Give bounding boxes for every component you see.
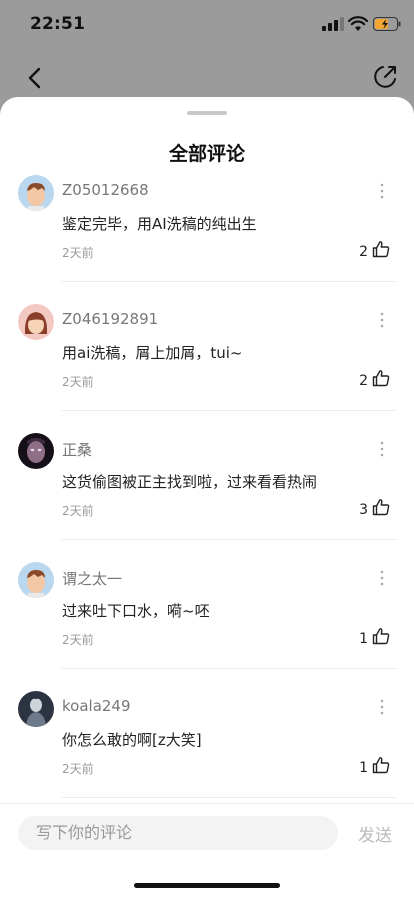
thumbs-up-icon[interactable] [372,756,390,774]
divider [62,539,396,540]
comment-item: Z05012668 鉴定完毕，用AI洗稿的纯出生 2天前 2 [0,175,414,304]
comment-input-bar: 写下你的评论 发送 [0,803,414,897]
share-arrow-icon[interactable] [370,62,400,92]
battery-charging-icon [373,17,401,31]
cellular-signal-icon [322,17,344,31]
comment-username[interactable]: koala249 [62,697,131,715]
more-options-icon[interactable] [376,181,388,201]
divider [62,797,396,798]
comment-username[interactable]: Z046192891 [62,310,158,328]
sheet-drag-handle[interactable] [187,111,227,115]
comments-sheet: 全部评论 Z05012668 鉴定完毕，用AI洗稿的纯出生 2天前 2 Z046… [0,97,414,897]
thumbs-up-icon[interactable] [372,240,390,258]
divider [62,668,396,669]
like-count: 2 [359,373,368,389]
comment-username[interactable]: 正桑 [62,439,92,460]
like-count: 1 [359,760,368,776]
status-time: 22:51 [30,14,86,34]
comment-time: 2天前 [62,762,94,776]
divider [62,281,396,282]
status-bar: 22:51 [0,0,414,50]
comment-time: 2天前 [62,633,94,647]
like-count: 3 [359,502,368,518]
comment-time: 2天前 [62,375,94,389]
comment-text: 用ai洗稿，屑上加屑，tui~ [62,344,243,362]
comment-item: 谓之太一 过来吐下口水，嗬~呸 2天前 1 [0,562,414,691]
cartoon-boy-avatar-icon[interactable] [18,175,54,211]
wifi-icon [348,16,368,31]
more-options-icon[interactable] [376,310,388,330]
cartoon-boy-avatar-icon[interactable] [18,562,54,598]
comment-username[interactable]: 谓之太一 [62,568,122,589]
cartoon-girl-avatar-icon[interactable] [18,304,54,340]
divider [62,410,396,411]
more-options-icon[interactable] [376,568,388,588]
screen: 22:51 全部评论 Z05012668 鉴定完毕，用AI洗稿的纯出生 2天前 … [0,0,414,897]
dark-portrait-avatar-icon[interactable] [18,433,54,469]
thumbs-up-icon[interactable] [372,498,390,516]
comment-text: 鉴定完毕，用AI洗稿的纯出生 [62,215,257,233]
comment-item: Z046192891 用ai洗稿，屑上加屑，tui~ 2天前 2 [0,304,414,433]
thumbs-up-icon[interactable] [372,369,390,387]
comment-text: 这货偷图被正主找到啦，过来看看热闹 [62,473,318,491]
comment-username[interactable]: Z05012668 [62,181,149,199]
comment-item: 正桑 这货偷图被正主找到啦，过来看看热闹 2天前 3 [0,433,414,562]
like-count: 2 [359,244,368,260]
comment-item: koala249 你怎么敢的啊[z大笑] 2天前 1 [0,691,414,800]
comment-input[interactable]: 写下你的评论 [18,816,338,850]
comment-time: 2天前 [62,504,94,518]
thumbs-up-icon[interactable] [372,627,390,645]
more-options-icon[interactable] [376,697,388,717]
comment-list[interactable]: Z05012668 鉴定完毕，用AI洗稿的纯出生 2天前 2 Z04619289… [0,175,414,800]
comment-time: 2天前 [62,246,94,260]
back-chevron-icon[interactable] [22,64,50,92]
home-indicator[interactable] [134,883,280,888]
sheet-title: 全部评论 [168,143,245,165]
comment-text: 你怎么敢的啊[z大笑] [62,731,202,749]
anime-figure-avatar-icon[interactable] [18,691,54,727]
comment-text: 过来吐下口水，嗬~呸 [62,602,210,620]
send-button[interactable]: 发送 [358,821,392,846]
like-count: 1 [359,631,368,647]
more-options-icon[interactable] [376,439,388,459]
